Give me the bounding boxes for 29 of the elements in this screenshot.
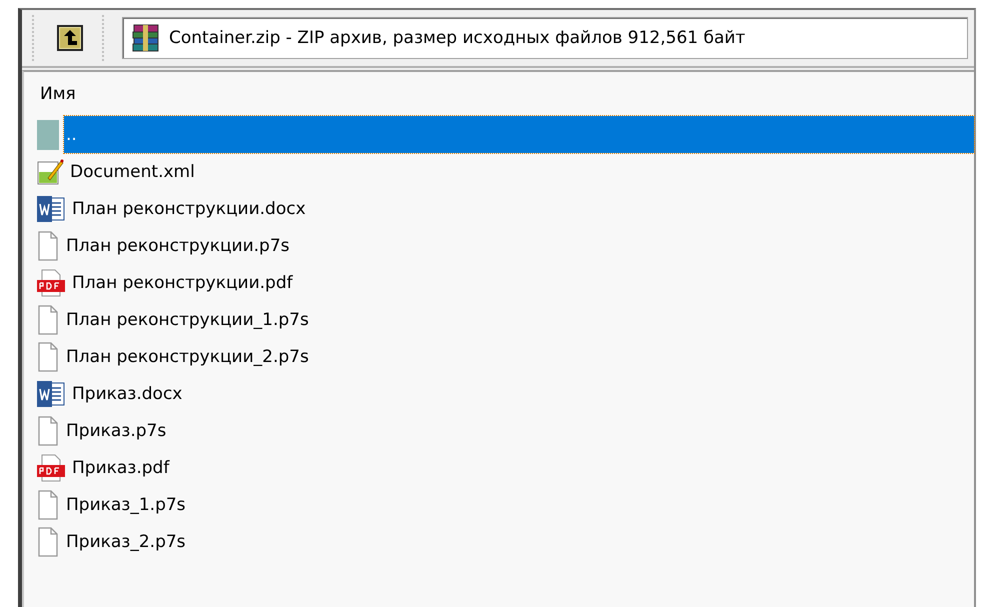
file-icon — [36, 230, 60, 260]
file-name[interactable]: План реконструкции.pdf — [70, 264, 295, 301]
file-icon — [36, 526, 60, 556]
folder-icon — [36, 118, 60, 150]
archive-info-text: Container.zip - ZIP архив, размер исходных файлов 912,561 байт — [169, 28, 746, 48]
column-header[interactable]: Имя — [40, 84, 76, 104]
file-name[interactable]: План реконструкции.p7s — [64, 227, 292, 264]
file-name[interactable]: .. — [64, 116, 974, 153]
file-name[interactable]: План реконструкции_2.p7s — [64, 338, 311, 375]
file-name[interactable]: Приказ.p7s — [64, 412, 168, 449]
word-document-icon — [36, 378, 66, 408]
up-arrow-icon — [57, 25, 83, 51]
file-name[interactable]: Document.xml — [68, 153, 197, 190]
file-name[interactable]: Приказ.docx — [70, 375, 184, 412]
file-icon — [36, 304, 60, 334]
file-name[interactable]: Приказ.pdf — [70, 449, 172, 486]
notepad-icon — [36, 158, 64, 186]
file-name[interactable]: План реконструкции.docx — [70, 190, 308, 227]
pdf-file-icon — [36, 268, 66, 298]
address-field[interactable]: Container.zip - ZIP архив, размер исходных файлов 912,561 байт — [122, 17, 968, 59]
file-name[interactable]: План реконструкции_1.p7s — [64, 301, 311, 338]
file-icon — [36, 342, 60, 372]
pdf-file-icon — [36, 452, 66, 482]
file-icon — [36, 416, 60, 446]
file-name[interactable]: Приказ_1.p7s — [64, 486, 188, 523]
file-name[interactable]: Приказ_2.p7s — [64, 523, 188, 560]
file-icon — [36, 490, 60, 520]
word-document-icon — [36, 194, 66, 224]
books-icon — [131, 24, 161, 52]
